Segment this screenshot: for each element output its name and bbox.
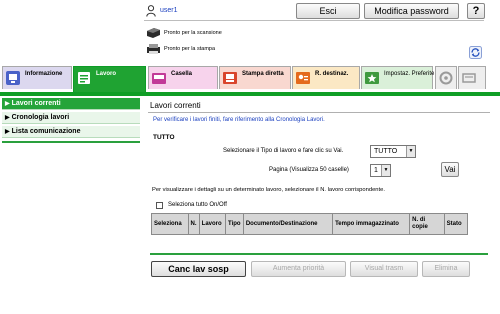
direct-print-icon bbox=[223, 72, 237, 84]
username: user1 bbox=[160, 7, 178, 14]
tab-extra-2[interactable] bbox=[458, 66, 486, 89]
tab-lavoro[interactable]: Lavoro bbox=[73, 66, 146, 92]
sidebar-item-label: Lavori correnti bbox=[11, 100, 61, 107]
triangle-right-icon: ▶ bbox=[5, 101, 10, 107]
tab-label: Stampa diretta bbox=[242, 71, 284, 77]
delete-button[interactable]: Elimina bbox=[422, 261, 470, 277]
select-all-label: Seleziona tutto On/Off bbox=[168, 202, 227, 208]
tab-label: Casella bbox=[171, 71, 193, 77]
column-header: Tempo immagazzinato bbox=[332, 213, 411, 235]
details-hint: Per visualizzare i dettagli su un determ… bbox=[152, 187, 385, 193]
print-status: Pronto per la stampa bbox=[146, 43, 346, 57]
tab-casella[interactable]: Casella bbox=[148, 66, 218, 89]
column-header: N. di copie bbox=[409, 213, 445, 235]
job-icon bbox=[78, 72, 90, 84]
job-type-label: Selezionare il Tipo di lavoro e fare cli… bbox=[223, 148, 344, 154]
tab-label: Informazione bbox=[25, 71, 63, 77]
sidebar-item-label: Lista comunicazione bbox=[11, 128, 81, 135]
filter-heading: TUTTO bbox=[153, 134, 175, 141]
printer-icon bbox=[147, 44, 160, 54]
logout-button[interactable]: Esci bbox=[296, 3, 360, 19]
device-icon bbox=[462, 73, 476, 83]
sidebar-item-lista-comunicazione[interactable]: ▶ Lista comunicazione bbox=[2, 126, 140, 138]
refresh-icon[interactable] bbox=[469, 46, 482, 59]
column-header: N. bbox=[187, 213, 200, 235]
tab-informazione[interactable]: Informazione bbox=[2, 66, 72, 89]
scan-status-text: Pronto per la scansione bbox=[164, 30, 222, 36]
print-status-text: Pronto per la stampa bbox=[164, 46, 216, 52]
go-button[interactable]: Vai bbox=[441, 162, 459, 177]
job-history-link[interactable]: Per verificare i lavori finiti, fare rif… bbox=[153, 117, 325, 123]
box-icon bbox=[152, 73, 166, 84]
tab-strip bbox=[0, 92, 500, 96]
page-value: 1 bbox=[374, 167, 378, 174]
chevron-down-icon: ▼ bbox=[406, 146, 415, 157]
cancel-job-button[interactable]: Canc lav sosp bbox=[151, 261, 246, 277]
user-icon bbox=[146, 5, 156, 17]
sidebar-item-lavori-correnti[interactable]: ▶ Lavori correnti bbox=[2, 98, 140, 110]
help-button[interactable]: ? bbox=[467, 3, 485, 19]
select-all-checkbox[interactable] bbox=[156, 202, 163, 209]
tab-label: Lavoro bbox=[96, 71, 117, 77]
settings-icon bbox=[439, 71, 453, 85]
job-type-value: TUTTO bbox=[374, 148, 398, 155]
header-divider bbox=[144, 20, 484, 21]
column-header: Documento/Destinazione bbox=[242, 213, 334, 235]
scanner-icon bbox=[147, 28, 160, 38]
page-label: Pagina (Visualizza 50 caselle) bbox=[269, 167, 349, 173]
main-tabs: Informazione Lavoro Casella Stampa diret… bbox=[2, 66, 498, 92]
tab-impostaz-preferite[interactable]: Impostaz. Preferite bbox=[361, 66, 435, 89]
page-title: Lavori correnti bbox=[150, 101, 201, 110]
triangle-right-icon: ▶ bbox=[5, 115, 10, 121]
column-header: Lavoro bbox=[198, 213, 227, 235]
column-header: Seleziona bbox=[151, 213, 189, 235]
page-select[interactable]: 1 ▼ bbox=[370, 164, 391, 177]
tab-stampa-diretta[interactable]: Stampa diretta bbox=[219, 66, 291, 89]
change-password-button[interactable]: Modifica password bbox=[364, 3, 459, 19]
sidebar-item-cronologia-lavori[interactable]: ▶ Cronologia lavori bbox=[2, 112, 140, 124]
information-icon bbox=[6, 71, 20, 85]
jobs-table: Seleziona N. Lavoro Tipo Documento/Desti… bbox=[151, 213, 469, 235]
chevron-down-icon: ▼ bbox=[381, 165, 390, 176]
job-type-select[interactable]: TUTTO ▼ bbox=[370, 145, 416, 158]
tab-r-destinaz[interactable]: R. destinaz. bbox=[292, 66, 360, 89]
view-transmission-button[interactable]: Visual trasm bbox=[350, 261, 418, 277]
table-header-row: Seleziona N. Lavoro Tipo Documento/Desti… bbox=[151, 213, 469, 235]
tab-extra-1[interactable] bbox=[435, 66, 457, 89]
favorite-settings-icon bbox=[365, 72, 379, 84]
column-header: Stato bbox=[443, 213, 469, 235]
address-book-icon bbox=[296, 72, 310, 84]
column-header: Tipo bbox=[225, 213, 244, 235]
sidebar-item-label: Cronologia lavori bbox=[11, 114, 70, 121]
triangle-right-icon: ▶ bbox=[5, 129, 10, 135]
tab-label: R. destinaz. bbox=[315, 71, 349, 77]
sidebar-divider bbox=[2, 141, 140, 143]
raise-priority-button[interactable]: Aumenta priorità bbox=[251, 261, 346, 277]
scan-status: Pronto per la scansione bbox=[146, 27, 346, 41]
actions-divider bbox=[150, 253, 488, 255]
title-divider bbox=[148, 112, 490, 113]
tab-label: Impostaz. Preferite bbox=[384, 71, 435, 77]
